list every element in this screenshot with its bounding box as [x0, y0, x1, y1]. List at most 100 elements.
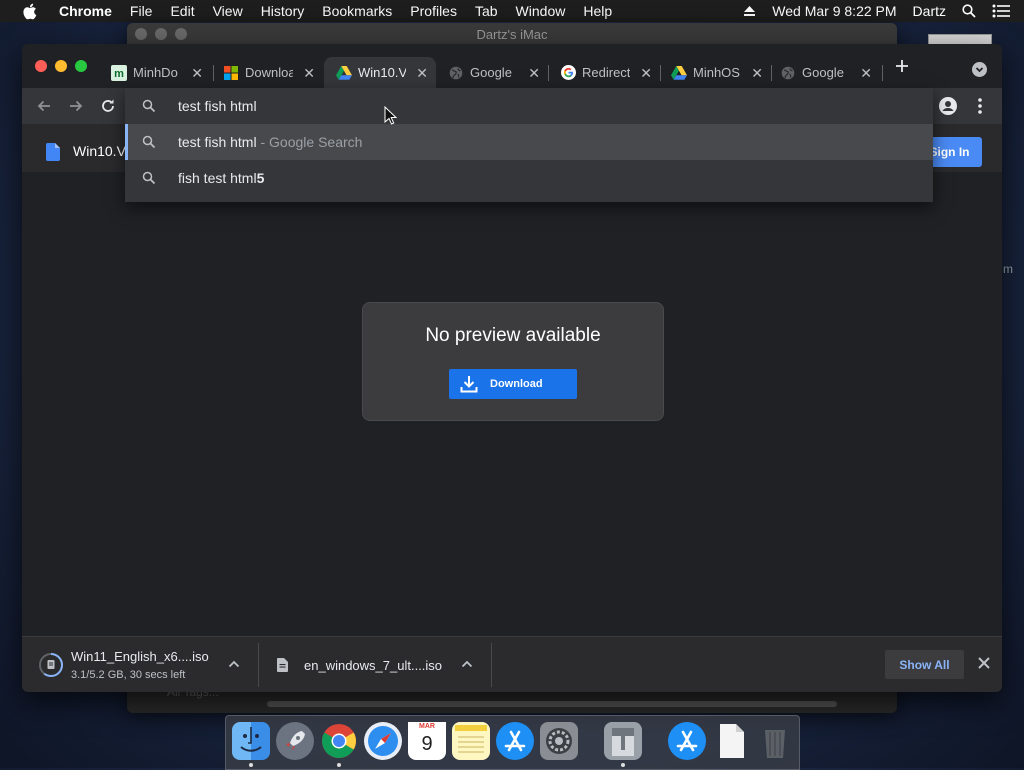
back-arrow-icon[interactable]: [34, 96, 54, 116]
google-doc-icon: [46, 143, 60, 166]
new-tab-plus-icon[interactable]: [894, 58, 910, 74]
tab-redirect[interactable]: Redirect ✕: [548, 57, 660, 88]
chrome-window: m MinhDo ✕ Downloa ✕ Win10.V ✕ Google ✕ …: [22, 44, 1002, 692]
suggestion-completion: 5: [256, 170, 265, 186]
tab-google-2[interactable]: Google ✕: [768, 57, 880, 88]
mouse-pointer-icon: [384, 106, 398, 125]
running-indicator: [249, 763, 253, 767]
file-icon: [277, 658, 288, 677]
notes-icon[interactable]: [452, 722, 490, 760]
tab-search-chevron-icon[interactable]: [972, 62, 987, 77]
download-item[interactable]: en_windows_7_ult....iso: [259, 637, 491, 692]
profile-avatar-icon[interactable]: [938, 96, 958, 116]
menu-app-name[interactable]: Chrome: [50, 3, 121, 19]
launchpad-rocket-icon[interactable]: [276, 722, 314, 760]
menu-edit[interactable]: Edit: [161, 3, 203, 19]
running-indicator: [337, 763, 341, 767]
tab-minhdo[interactable]: m MinhDo ✕: [99, 57, 211, 88]
calendar-icon[interactable]: MAR 9: [408, 722, 446, 760]
download-button-label: Download: [490, 378, 543, 390]
no-preview-card: No preview available Download: [362, 302, 664, 421]
tab-strip: m MinhDo ✕ Downloa ✕ Win10.V ✕ Google ✕ …: [22, 44, 1002, 88]
tab-close-icon[interactable]: ✕: [528, 65, 540, 82]
suggestion-suffix: - Google Search: [260, 134, 363, 150]
app-store-icon[interactable]: [668, 722, 706, 760]
tab-label: Redirect: [582, 65, 630, 80]
document-file-icon[interactable]: [712, 722, 750, 760]
menu-bar: Chrome File Edit View History Bookmarks …: [0, 0, 1024, 22]
trash-icon[interactable]: [756, 722, 794, 760]
chevron-up-icon[interactable]: [228, 657, 240, 671]
window-zoom-button[interactable]: [75, 60, 87, 72]
tab-close-icon[interactable]: ✕: [751, 65, 763, 82]
menu-profiles[interactable]: Profiles: [401, 3, 466, 19]
safari-compass-icon[interactable]: [364, 722, 402, 760]
window-close-button[interactable]: [35, 60, 47, 72]
running-indicator: [621, 763, 625, 767]
window-minimize-button[interactable]: [55, 60, 67, 72]
tab-minhos[interactable]: MinhOS ✕: [659, 57, 771, 88]
search-icon: [142, 99, 156, 113]
reload-icon[interactable]: [98, 96, 118, 116]
menu-tab[interactable]: Tab: [466, 3, 507, 19]
globe-icon: [448, 65, 464, 81]
omnibox-dropdown: test fish html test fish html - Google S…: [125, 88, 933, 202]
no-preview-title: No preview available: [425, 325, 601, 346]
omnibox-suggestion[interactable]: fish test html 5: [125, 160, 933, 196]
dock: MAR 9: [225, 715, 800, 770]
download-item[interactable]: Win11_English_x6....iso 3.1/5.2 GB, 30 s…: [22, 637, 258, 692]
menu-window[interactable]: Window: [507, 3, 575, 19]
tab-close-icon[interactable]: ✕: [416, 65, 428, 82]
menu-help[interactable]: Help: [574, 3, 621, 19]
system-preferences-gear-icon[interactable]: [540, 722, 578, 760]
calendar-month: MAR: [408, 722, 446, 731]
menu-bookmarks[interactable]: Bookmarks: [313, 3, 401, 19]
google-drive-icon: [671, 65, 687, 81]
download-filename: Win11_English_x6....iso: [71, 649, 209, 664]
tab-close-icon[interactable]: ✕: [860, 65, 872, 82]
eject-icon[interactable]: [735, 5, 764, 17]
tab-google-1[interactable]: Google ✕: [436, 57, 548, 88]
chrome-app-icon[interactable]: [320, 722, 358, 760]
tab-label: MinhDo: [133, 65, 178, 80]
menu-history[interactable]: History: [252, 3, 314, 19]
forward-arrow-icon[interactable]: [66, 96, 86, 116]
search-icon: [142, 171, 156, 185]
remote-horizontal-scrollbar[interactable]: [267, 701, 837, 707]
tab-label: Win10.V: [358, 65, 406, 80]
tab-win10-active[interactable]: Win10.V ✕: [324, 57, 436, 88]
chrome-menu-kebab-icon[interactable]: [970, 96, 990, 116]
menubar-user[interactable]: Dartz: [905, 3, 954, 19]
chevron-up-icon[interactable]: [461, 657, 473, 671]
tab-close-icon[interactable]: ✕: [303, 65, 315, 82]
spotlight-search-icon[interactable]: [954, 4, 984, 18]
show-all-button[interactable]: Show All: [885, 650, 964, 679]
omnibox-query-text[interactable]: test fish html: [178, 98, 257, 114]
tab-close-icon[interactable]: ✕: [191, 65, 203, 82]
menu-file[interactable]: File: [121, 3, 162, 19]
notification-center-icon[interactable]: [984, 4, 1024, 18]
menubar-clock[interactable]: Wed Mar 9 8:22 PM: [764, 3, 904, 19]
menu-view[interactable]: View: [204, 3, 252, 19]
download-progress-ring: [39, 653, 63, 677]
tab-label: Google: [470, 65, 512, 80]
tab-close-icon[interactable]: ✕: [640, 65, 652, 82]
download-button[interactable]: Download: [449, 369, 577, 399]
remote-window-titlebar: Dartz's iMac: [127, 23, 897, 45]
omnibox-suggestion[interactable]: test fish html - Google Search: [125, 124, 933, 160]
calendar-day: 9: [421, 733, 433, 755]
app-store-icon[interactable]: [496, 722, 534, 760]
download-divider: [491, 643, 492, 687]
omnibox-input-row[interactable]: test fish html: [125, 88, 933, 124]
finder-icon[interactable]: [232, 722, 270, 760]
apple-menu-icon[interactable]: [20, 2, 38, 20]
globe-icon: [780, 65, 796, 81]
remote-window-title: Dartz's iMac: [476, 27, 548, 42]
google-g-icon: [560, 65, 576, 81]
tab-label: Google: [802, 65, 844, 80]
google-drive-icon: [336, 65, 352, 81]
close-shelf-icon[interactable]: [976, 655, 992, 671]
archive-utility-icon[interactable]: [604, 722, 642, 760]
suggestion-text: test fish html: [178, 134, 257, 150]
tab-downloads[interactable]: Downloa ✕: [211, 57, 323, 88]
